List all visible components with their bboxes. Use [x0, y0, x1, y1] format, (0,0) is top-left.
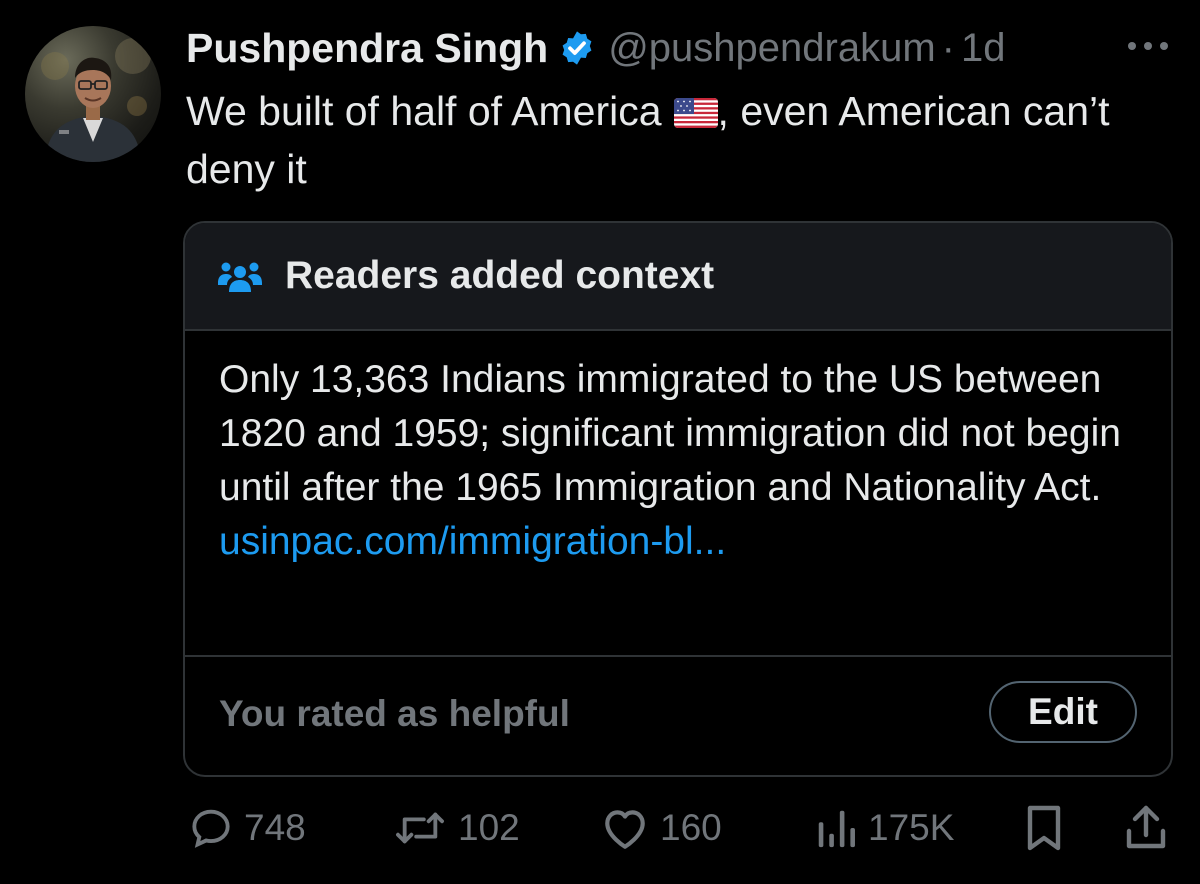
- us-flag-icon: [673, 98, 718, 128]
- analytics-bar-icon: [818, 810, 855, 848]
- reply-icon: [192, 809, 230, 848]
- bookmark-action[interactable]: [1024, 800, 1064, 856]
- more-options-icon[interactable]: [1126, 36, 1170, 56]
- view-count: 175K: [868, 807, 955, 848]
- bookmark-icon: [1027, 805, 1061, 851]
- repost-icon: [396, 812, 444, 844]
- share-action[interactable]: [1124, 800, 1168, 856]
- people-group-icon: [218, 262, 262, 292]
- edit-rating-button[interactable]: Edit: [989, 681, 1137, 743]
- community-note-body: Only 13,363 Indians immigrated to the US…: [219, 353, 1149, 569]
- repost-action[interactable]: 102: [392, 800, 520, 856]
- avatar-photo: [41, 38, 151, 162]
- heart-icon: [605, 810, 645, 849]
- repost-count: 102: [458, 807, 520, 848]
- author-name[interactable]: Pushpendra Singh: [186, 25, 548, 72]
- tweet-timestamp[interactable]: 1d: [961, 26, 1006, 71]
- reply-action[interactable]: 748: [188, 800, 306, 856]
- reply-count: 748: [244, 807, 306, 848]
- share-icon: [1126, 805, 1166, 849]
- views-action[interactable]: 175K: [814, 800, 954, 856]
- tweet-header: Pushpendra Singh @pushpendrakum · 1d: [186, 22, 1006, 74]
- verified-badge-icon: [562, 31, 592, 65]
- community-note-link[interactable]: usinpac.com/immigration-bl...: [219, 515, 1149, 569]
- like-count: 160: [660, 807, 722, 848]
- tweet-text: We built of half of America , even Ameri…: [186, 82, 1146, 198]
- author-handle[interactable]: @pushpendrakum: [608, 26, 935, 71]
- divider: [185, 655, 1171, 657]
- tweet-action-bar: 748 102 160 175K: [0, 800, 1200, 856]
- header-separator: ·: [941, 25, 955, 70]
- rating-status: You rated as helpful: [219, 693, 570, 734]
- tweet-text-part-1: We built of half of America: [186, 88, 662, 134]
- like-action[interactable]: 160: [600, 800, 722, 856]
- avatar[interactable]: [25, 26, 161, 162]
- community-note: Readers added context Only 13,363 Indian…: [183, 221, 1173, 777]
- community-note-title: Readers added context: [285, 254, 715, 297]
- community-note-text: Only 13,363 Indians immigrated to the US…: [219, 358, 1121, 509]
- community-note-header[interactable]: Readers added context: [185, 223, 1171, 331]
